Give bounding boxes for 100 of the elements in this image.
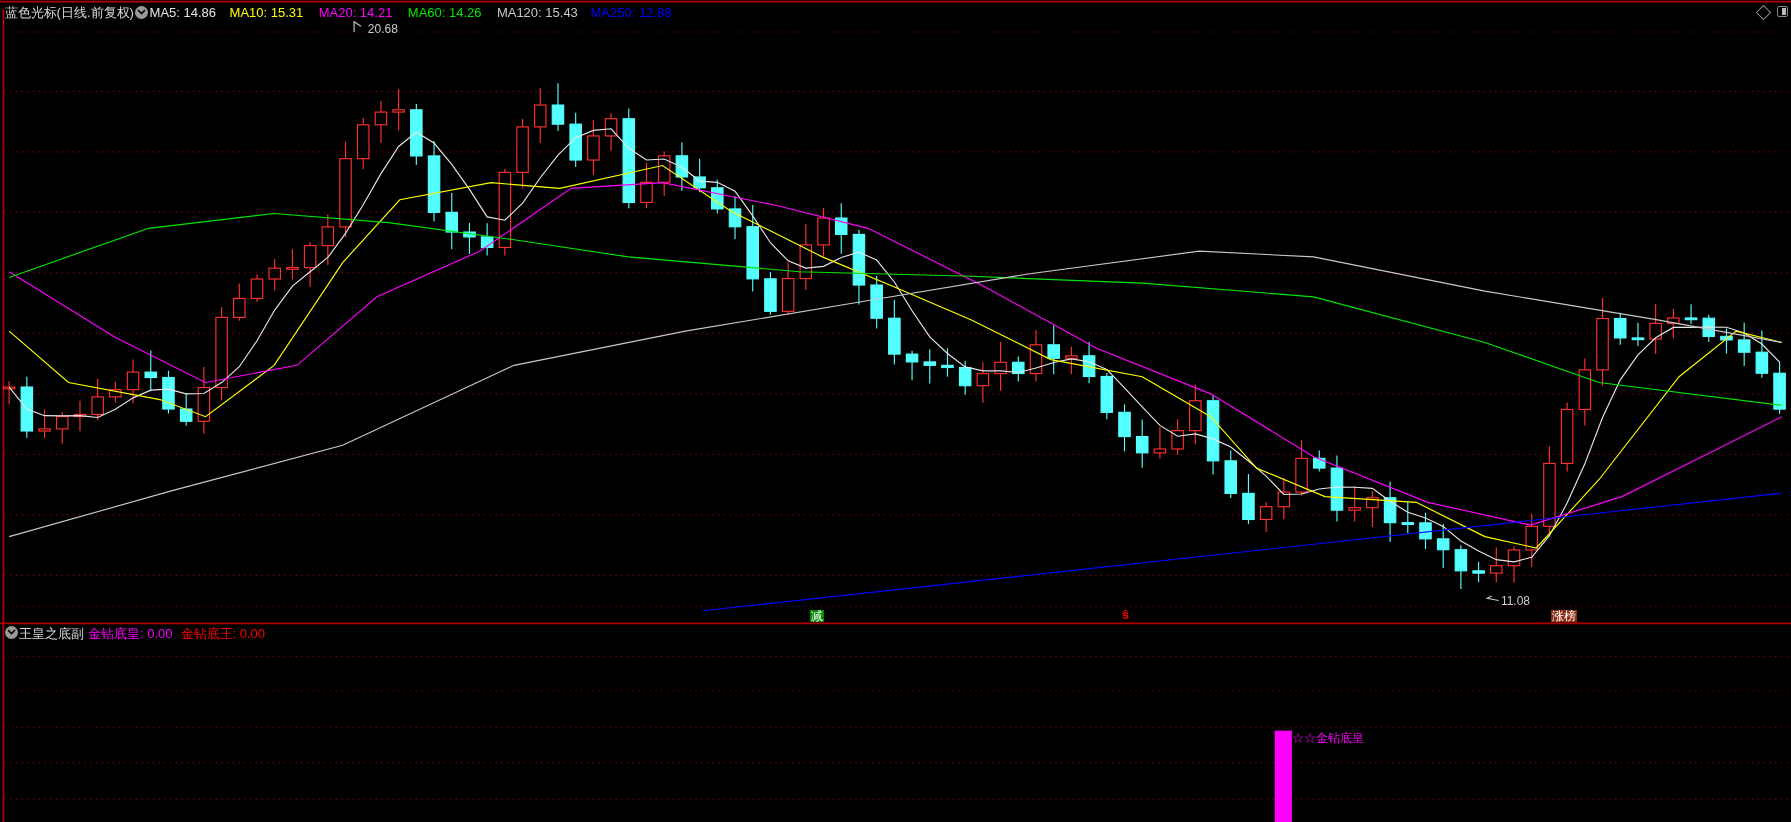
candlestick — [463, 222, 476, 255]
candlestick — [233, 283, 246, 322]
candlestick — [834, 202, 848, 255]
candlestick — [162, 370, 175, 415]
candlestick — [1330, 454, 1344, 523]
candlestick — [1401, 501, 1415, 534]
candlestick — [1472, 561, 1485, 583]
indicator-value: 金钻底王: 0.00 — [180, 627, 266, 641]
candlestick — [587, 119, 600, 176]
candlestick — [675, 141, 689, 192]
candlestick — [1348, 485, 1361, 523]
candlestick — [1224, 450, 1237, 499]
candlestick — [1189, 384, 1202, 445]
candlestick — [91, 378, 104, 421]
candlestick — [126, 359, 140, 404]
candlestick — [1012, 356, 1025, 383]
candlestick — [1578, 357, 1592, 427]
candlestick — [2, 380, 16, 405]
candlestick — [1684, 303, 1698, 325]
candlestick — [1259, 501, 1273, 533]
candlestick — [144, 349, 158, 392]
candlestick — [1667, 308, 1680, 339]
candlestick — [55, 411, 69, 445]
candlestick — [286, 248, 299, 281]
signal-marker: 减 — [809, 609, 824, 622]
indicator-title: 王皇之底副 — [19, 626, 85, 640]
indicator-value: 金钻底皇: 0.00 — [88, 627, 173, 641]
candlestick — [109, 381, 122, 404]
candlestick — [374, 100, 388, 144]
candlestick — [1153, 426, 1167, 460]
candlestick — [817, 207, 830, 257]
candlestick — [1436, 523, 1450, 569]
candlestick — [1047, 324, 1060, 375]
moving-average-value: MA250: 12.88 — [590, 6, 672, 20]
signal-marker: 涨榜 — [1551, 609, 1578, 622]
candlestick — [923, 348, 937, 385]
candlestick — [604, 112, 618, 152]
candlestick — [321, 213, 335, 266]
candlestick — [888, 299, 901, 365]
candlestick — [20, 376, 34, 439]
candlestick — [640, 162, 653, 209]
candlestick — [870, 275, 883, 330]
candlestick — [1525, 513, 1538, 568]
candlestick — [197, 366, 211, 435]
candlestick — [976, 361, 990, 404]
candlestick — [1383, 481, 1397, 543]
candlestick — [38, 408, 51, 439]
candlestick — [551, 82, 565, 132]
candlestick — [1702, 314, 1716, 343]
candlestick — [728, 195, 742, 240]
candlestick — [657, 150, 671, 197]
chart-title: 蓝色光标(日线.前复权) — [4, 5, 134, 19]
candlestick — [73, 400, 87, 432]
candlestick — [1649, 303, 1662, 355]
candlestick — [1135, 418, 1149, 469]
moving-average-value: MA60: 14.26 — [407, 6, 482, 20]
candlestick — [1029, 329, 1043, 383]
candlestick — [1100, 372, 1114, 420]
candlestick — [1490, 546, 1503, 583]
candlestick — [1454, 544, 1468, 590]
candlestick — [1419, 512, 1432, 550]
candlestick — [1560, 402, 1574, 472]
candlestick — [1366, 490, 1379, 528]
price-label: 11.08 — [1500, 595, 1531, 608]
panel-toggle-icon[interactable] — [1777, 6, 1788, 17]
candlestick — [1737, 322, 1751, 367]
candlestick — [994, 341, 1007, 392]
candlestick — [516, 118, 529, 189]
candlestick — [1313, 449, 1326, 473]
candlestick — [356, 117, 370, 170]
signal-marker: ŝ — [1121, 607, 1129, 621]
candlestick — [1171, 418, 1184, 456]
candlestick — [693, 158, 706, 193]
candlestick — [1277, 477, 1291, 520]
signal-label: ☆☆金钻底皇 — [1291, 732, 1364, 745]
moving-average-value: MA120: 15.43 — [496, 6, 578, 20]
candlestick — [1773, 361, 1786, 415]
candlestick — [534, 87, 547, 144]
candlestick — [764, 271, 777, 316]
candlestick — [905, 350, 919, 381]
candlestick — [1720, 327, 1733, 355]
candlestick — [250, 273, 264, 303]
candlestick — [958, 360, 972, 396]
candlestick — [1082, 341, 1096, 384]
candlestick — [799, 223, 813, 291]
candlestick — [1631, 322, 1645, 347]
candlestick — [1507, 546, 1521, 584]
candlestick — [179, 392, 193, 427]
candlestick — [941, 347, 954, 378]
candlestick — [1065, 346, 1078, 375]
candlestick — [480, 222, 494, 256]
candlestick — [410, 103, 423, 166]
candlestick — [781, 262, 795, 316]
price-label: 20.68 — [367, 22, 398, 35]
moving-average-value: MA20: 14.21 — [318, 6, 393, 20]
chevron-down-icon[interactable] — [4, 625, 18, 639]
moving-average-value: MA5: 14.86 — [149, 6, 217, 20]
chevron-down-icon[interactable] — [134, 5, 148, 19]
candlestick — [303, 241, 317, 288]
candlestick — [445, 192, 459, 250]
